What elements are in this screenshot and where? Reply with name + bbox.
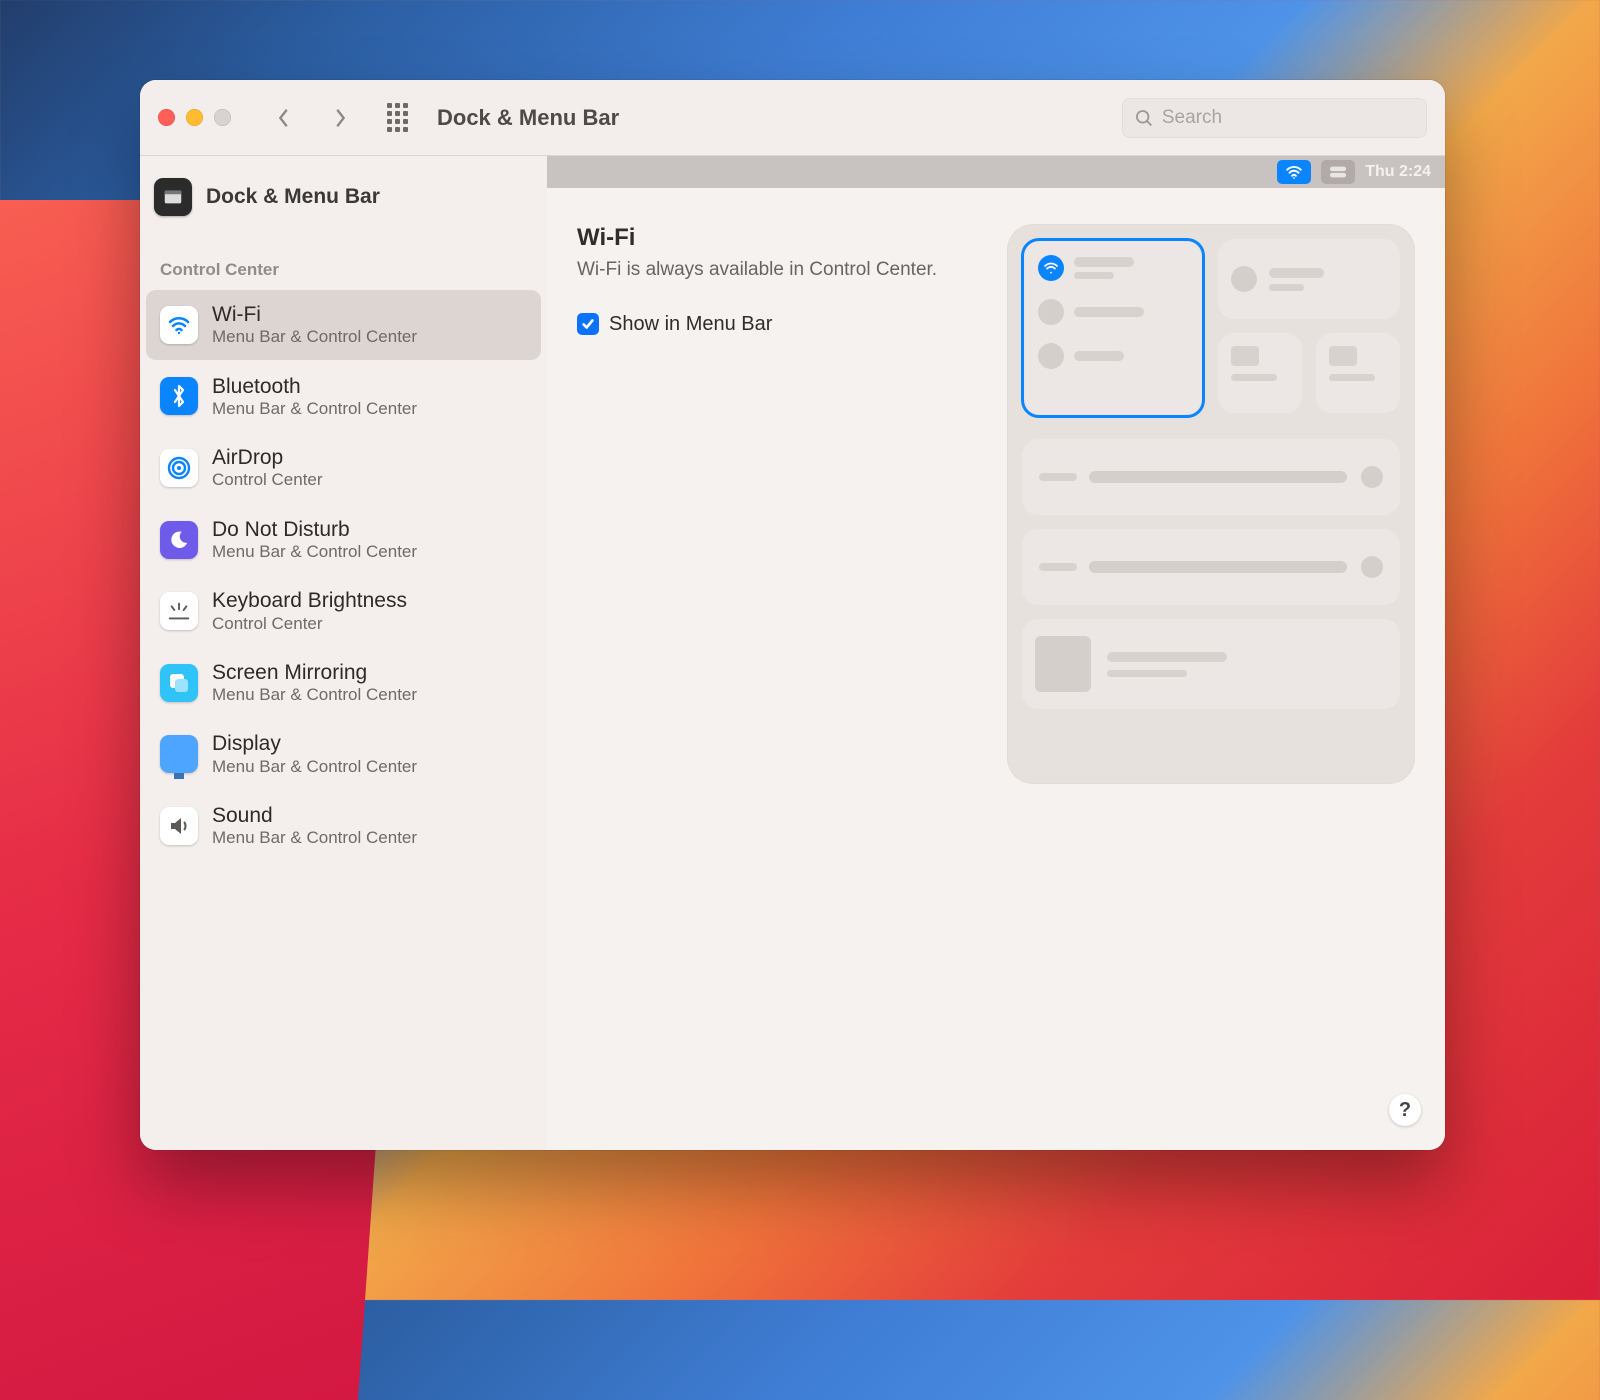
sidebar-item-airdrop[interactable]: AirDrop Control Center [146, 433, 541, 503]
help-button[interactable]: ? [1389, 1094, 1421, 1126]
sound-icon [160, 807, 198, 845]
sidebar-item-sub: Menu Bar & Control Center [212, 757, 417, 777]
detail-title: Wi-Fi [577, 224, 979, 252]
minimize-window-button[interactable] [186, 109, 203, 126]
moon-icon [160, 521, 198, 559]
sidebar-item-label: Bluetooth [212, 374, 417, 399]
detail-description: Wi-Fi is always available in Control Cen… [577, 258, 947, 283]
sidebar-header[interactable]: Dock & Menu Bar [140, 156, 547, 226]
keyboard-brightness-icon [160, 592, 198, 630]
show-in-menubar-label: Show in Menu Bar [609, 313, 772, 336]
wifi-icon [160, 306, 198, 344]
menubar-control-center-icon [1321, 160, 1355, 184]
close-window-button[interactable] [158, 109, 175, 126]
sidebar-item-sub: Menu Bar & Control Center [212, 399, 417, 419]
search-input[interactable] [1162, 107, 1415, 129]
sidebar-item-sub: Menu Bar & Control Center [212, 542, 417, 562]
display-icon [160, 735, 198, 773]
sidebar-item-keyboard-brightness[interactable]: Keyboard Brightness Control Center [146, 576, 541, 646]
sidebar-item-sub: Control Center [212, 614, 407, 634]
show-all-grid-button[interactable] [383, 104, 411, 132]
sidebar-item-sound[interactable]: Sound Menu Bar & Control Center [146, 791, 541, 861]
search-field[interactable] [1122, 98, 1427, 138]
sidebar-item-sub: Menu Bar & Control Center [212, 828, 417, 848]
show-in-menubar-checkbox[interactable] [577, 313, 599, 335]
dock-menubar-icon [154, 178, 192, 216]
sidebar-item-dnd[interactable]: Do Not Disturb Menu Bar & Control Center [146, 505, 541, 575]
sidebar-item-display[interactable]: Display Menu Bar & Control Center [146, 719, 541, 789]
menubar-wifi-indicator [1277, 160, 1311, 184]
menubar-time: Thu 2:24 [1365, 163, 1431, 181]
window-controls [158, 109, 231, 126]
sidebar-item-label: Sound [212, 803, 417, 828]
sidebar-item-label: AirDrop [212, 445, 323, 470]
sidebar-item-label: Keyboard Brightness [212, 588, 407, 613]
sidebar-item-sub: Menu Bar & Control Center [212, 685, 417, 705]
cc-preview-wifi-icon [1038, 255, 1064, 281]
sidebar-header-label: Dock & Menu Bar [206, 185, 380, 209]
zoom-window-button[interactable] [214, 109, 231, 126]
search-icon [1134, 107, 1154, 129]
sidebar-section-label: Control Center [140, 226, 547, 288]
sidebar-item-screen-mirroring[interactable]: Screen Mirroring Menu Bar & Control Cent… [146, 648, 541, 718]
system-preferences-window: Dock & Menu Bar Dock & Menu Bar Control … [140, 80, 1445, 1150]
content-pane: Thu 2:24 Wi-Fi Wi-Fi is always available… [547, 156, 1445, 1150]
sidebar-item-sub: Menu Bar & Control Center [212, 327, 417, 347]
sidebar-item-label: Do Not Disturb [212, 517, 417, 542]
sidebar-item-label: Screen Mirroring [212, 660, 417, 685]
sidebar-item-bluetooth[interactable]: Bluetooth Menu Bar & Control Center [146, 362, 541, 432]
bluetooth-icon [160, 377, 198, 415]
cc-preview-connectivity-card [1021, 238, 1205, 418]
screen-mirroring-icon [160, 664, 198, 702]
sidebar-item-label: Wi-Fi [212, 302, 417, 327]
window-title: Dock & Menu Bar [437, 105, 619, 131]
nav-forward-button[interactable] [327, 105, 353, 131]
sidebar: Dock & Menu Bar Control Center Wi-Fi Men… [140, 156, 547, 1150]
control-center-preview [1007, 224, 1415, 784]
menubar-preview: Thu 2:24 [547, 156, 1445, 188]
airdrop-icon [160, 449, 198, 487]
sidebar-item-wifi[interactable]: Wi-Fi Menu Bar & Control Center [146, 290, 541, 360]
titlebar: Dock & Menu Bar [140, 80, 1445, 156]
nav-back-button[interactable] [271, 105, 297, 131]
sidebar-item-label: Display [212, 731, 417, 756]
sidebar-item-sub: Control Center [212, 470, 323, 490]
